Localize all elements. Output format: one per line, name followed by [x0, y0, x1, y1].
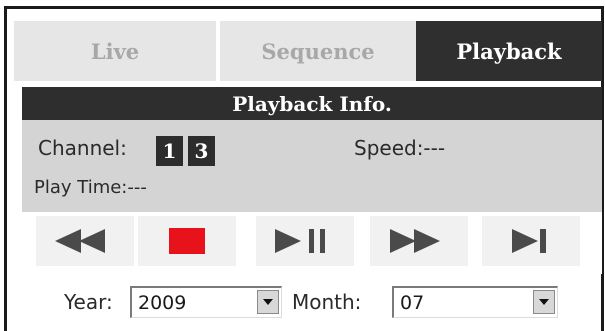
playback-info-panel: Channel: 1 3 Speed:--- Play Time:---	[22, 120, 602, 212]
date-selector-row: Year: 2009 Month: 07	[22, 284, 602, 324]
year-select[interactable]: 2009	[130, 286, 282, 318]
tab-playback[interactable]: Playback	[416, 21, 602, 81]
play-time-readout: Play Time:---	[34, 177, 147, 198]
chevron-down-icon	[263, 299, 273, 305]
month-label: Month:	[292, 290, 362, 314]
channel-1-button[interactable]: 1	[156, 136, 183, 166]
tab-sequence[interactable]: Sequence	[220, 21, 416, 81]
year-label: Year:	[64, 290, 113, 314]
month-select[interactable]: 07	[392, 286, 558, 318]
rewind-button[interactable]	[34, 216, 134, 266]
rewind-icon	[55, 229, 105, 253]
stop-icon	[169, 228, 205, 254]
play-pause-button[interactable]	[254, 216, 354, 266]
fast-forward-icon	[390, 229, 440, 253]
year-dropdown-button[interactable]	[257, 290, 279, 314]
play-pause-icon	[275, 229, 325, 253]
channel-3-button[interactable]: 3	[188, 136, 215, 166]
year-value: 2009	[138, 292, 187, 314]
stop-button[interactable]	[136, 216, 236, 266]
playback-controls	[22, 212, 602, 274]
month-dropdown-button[interactable]	[533, 290, 555, 314]
skip-to-end-button[interactable]	[480, 216, 580, 266]
mode-tabs: Live Sequence Playback	[14, 21, 602, 81]
month-value: 07	[400, 292, 425, 314]
tab-live[interactable]: Live	[14, 21, 218, 81]
channel-label: Channel:	[38, 136, 127, 160]
chevron-down-icon	[539, 299, 549, 305]
skip-to-end-icon	[512, 229, 546, 253]
fast-forward-button[interactable]	[368, 216, 468, 266]
speed-readout: Speed:---	[354, 136, 446, 160]
playback-info-header: Playback Info.	[22, 87, 602, 120]
